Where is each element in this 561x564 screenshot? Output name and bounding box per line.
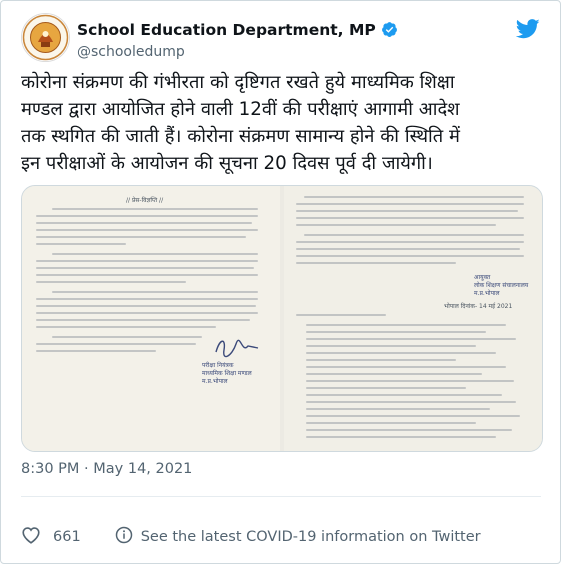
- verified-badge-icon: [381, 21, 398, 42]
- signature-stamp: परीक्षा नियंत्रक माध्यमिक शिक्षा मण्डल म…: [202, 362, 252, 385]
- signature: [215, 339, 259, 358]
- tweet-actions: 661 See the latest COVID-19 information …: [21, 526, 481, 548]
- covid-info-link[interactable]: See the latest COVID-19 information on T…: [141, 529, 481, 545]
- account-name[interactable]: School Education Department, MP: [77, 21, 398, 42]
- tweet-card[interactable]: School Education Department, MP @schoole…: [0, 0, 561, 564]
- doc-header: // प्रेस-विज्ञप्ति //: [126, 197, 164, 204]
- account-name-text: School Education Department, MP: [77, 21, 376, 39]
- seal-logo: [22, 14, 69, 61]
- heart-icon[interactable]: [21, 526, 41, 548]
- tweet-text-line: तक स्थगित की जाती हैं। कोरोना संक्रमण सा…: [21, 126, 460, 147]
- tweet-media[interactable]: // प्रेस-विज्ञप्ति // परीक्षा नियंत्रक म…: [21, 185, 543, 452]
- twitter-bird-icon[interactable]: [515, 19, 540, 43]
- tweet-text: कोरोना संक्रमण की गंभीरता को दृष्टिगत रख…: [21, 69, 547, 177]
- press-release-document-left[interactable]: // प्रेस-विज्ञप्ति // परीक्षा नियंत्रक म…: [22, 186, 280, 451]
- like-count[interactable]: 661: [53, 529, 81, 545]
- info-icon[interactable]: [115, 526, 133, 548]
- divider: [21, 496, 541, 497]
- tweet-text-line: इन परीक्षाओं के आयोजन की सूचना 20 दिवस प…: [21, 153, 433, 174]
- tweet-text-line: मण्डल द्वारा आयोजित होने वाली 12वीं की प…: [21, 99, 460, 120]
- tweet-text-line: कोरोना संक्रमण की गंभीरता को दृष्टिगत रख…: [21, 72, 455, 93]
- account-avatar[interactable]: [21, 13, 70, 62]
- press-release-document-right[interactable]: आयुक्त लोक शिक्षण संचालनालय म.प्र.भोपाल …: [284, 186, 542, 451]
- signature-stamp-right: आयुक्त लोक शिक्षण संचालनालय म.प्र.भोपाल: [474, 274, 529, 297]
- doc-date: भोपाल दिनांक- 14 मई 2021: [444, 303, 513, 310]
- account-handle[interactable]: @schooledump: [77, 44, 185, 60]
- tweet-timestamp[interactable]: 8:30 PM · May 14, 2021: [21, 461, 192, 477]
